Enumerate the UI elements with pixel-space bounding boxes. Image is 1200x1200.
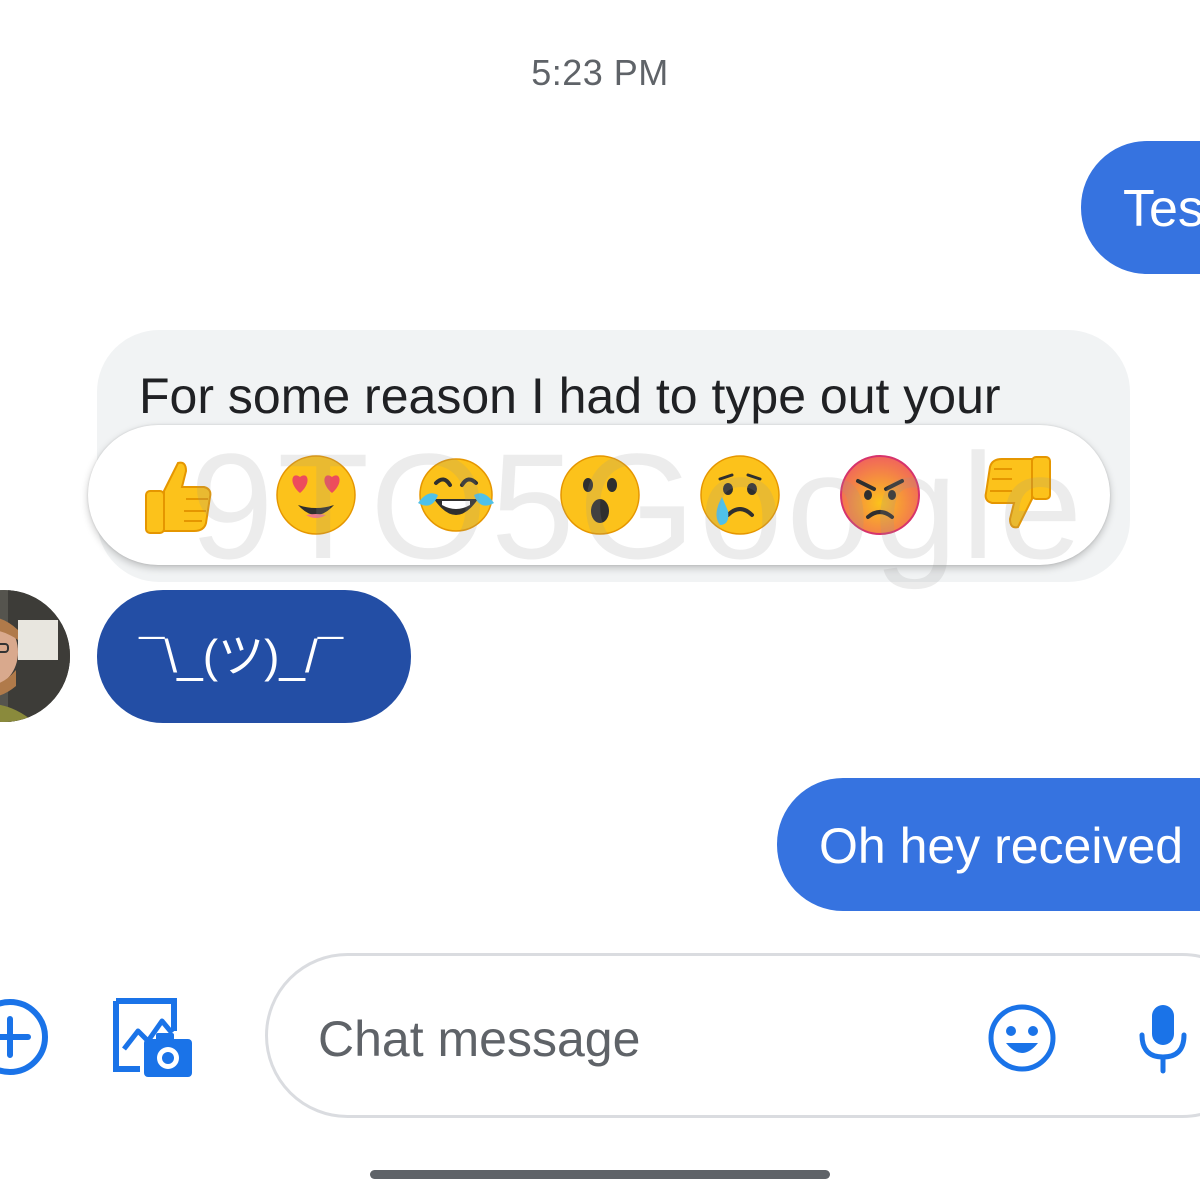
gallery-camera-icon[interactable] xyxy=(110,995,196,1081)
angry-reaction-icon[interactable] xyxy=(838,453,922,537)
message-composer[interactable] xyxy=(265,953,1200,1118)
outgoing-message-bubble[interactable]: Tes xyxy=(1081,141,1200,274)
surprised-reaction-icon[interactable] xyxy=(558,453,642,537)
thumbs-down-reaction-icon[interactable] xyxy=(978,453,1062,537)
crying-reaction-icon[interactable] xyxy=(698,453,782,537)
message-timestamp: 5:23 PM xyxy=(531,52,669,93)
microphone-icon[interactable] xyxy=(1136,1001,1190,1075)
heart-eyes-reaction-icon[interactable] xyxy=(274,453,358,537)
home-indicator[interactable] xyxy=(370,1170,830,1179)
smiley-icon[interactable] xyxy=(987,1003,1057,1073)
tears-of-joy-reaction-icon[interactable] xyxy=(414,453,498,537)
chat-message-input[interactable] xyxy=(318,1008,958,1070)
plus-circle-icon[interactable] xyxy=(0,997,50,1077)
incoming-message-bubble-highlighted[interactable]: ¯\_(ツ)_/¯ xyxy=(97,590,411,723)
outgoing-message-bubble[interactable]: Oh hey received xyxy=(777,778,1200,911)
contact-avatar[interactable] xyxy=(0,590,70,722)
chat-screen: 5:23 PM Tes For some reason I had to typ… xyxy=(0,0,1200,1200)
reaction-picker xyxy=(88,425,1110,565)
thumbs-up-reaction-icon[interactable] xyxy=(134,453,218,537)
avatar-photo xyxy=(0,590,70,722)
